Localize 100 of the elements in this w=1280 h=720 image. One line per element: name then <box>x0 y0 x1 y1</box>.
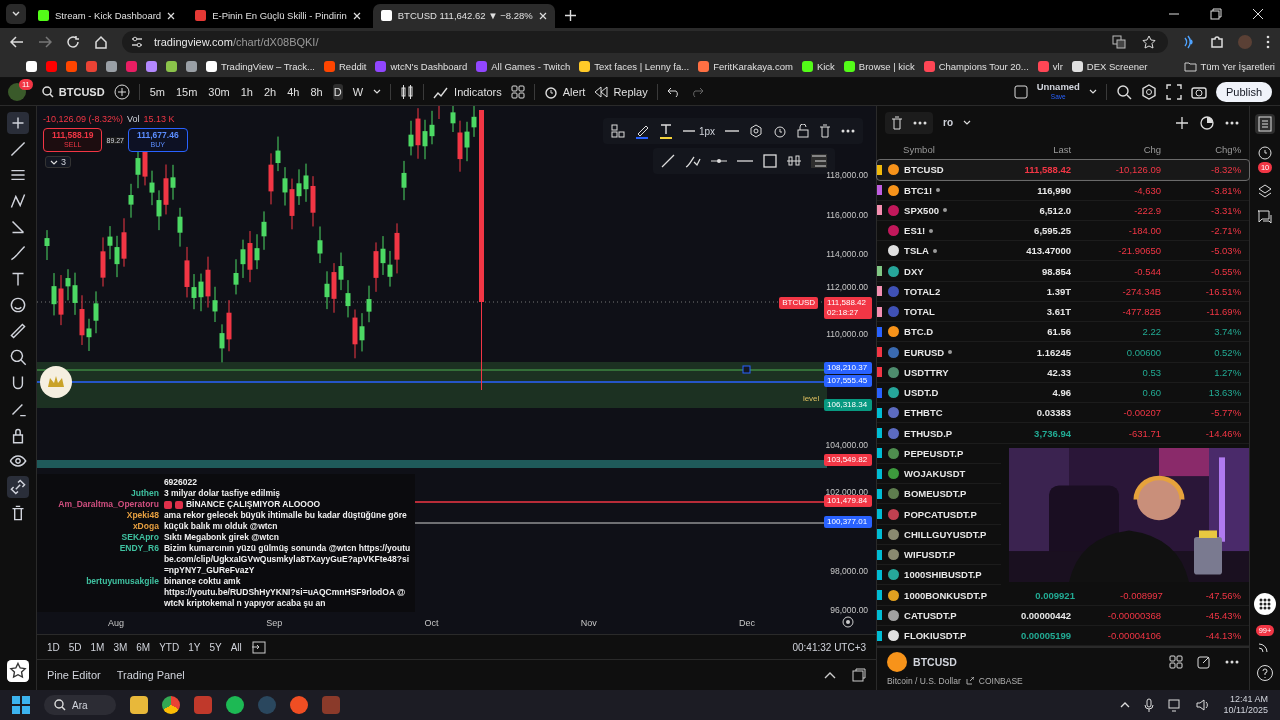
bookmark[interactable]: Browse | kick <box>843 61 915 72</box>
replay-button[interactable]: Replay <box>594 85 648 98</box>
bookmark[interactable]: Champions Tour 20... <box>923 61 1029 72</box>
column-header[interactable]: Chg <box>1071 144 1162 156</box>
watchlist-row[interactable]: USDT.D 4.96 0.60 13.63% <box>877 382 1250 404</box>
watchlist-row[interactable]: SPX500 6,512.0 -222.9 -3.31% <box>877 200 1250 221</box>
watchlist-row[interactable]: WIFUSDT.P <box>877 544 1002 566</box>
watchlist-row[interactable]: EURUSD 1.16245 0.00600 0.52% <box>877 342 1250 363</box>
price-tick: 116,000.00 <box>826 210 869 221</box>
symbol-description: Bitcoin / U.S. Dollar <box>887 676 961 687</box>
range-button[interactable]: 6M <box>136 641 151 653</box>
watchlist-row[interactable]: 1000BONKUSDT.P 0.009921 -0.008997 -47.56% <box>877 585 1250 606</box>
indicators-button[interactable]: Indicators <box>433 84 502 99</box>
bookmark[interactable]: Text faces | Lenny fa... <box>579 61 690 72</box>
price-tag: 111,588.42 02:18:27 <box>824 297 873 320</box>
price-tag: 107,555.45 <box>824 375 873 388</box>
range-button[interactable]: 1Y <box>188 641 201 653</box>
interval-button[interactable]: 30m <box>207 83 231 100</box>
price-tag: 100,377.01 <box>824 516 873 529</box>
browser-tab[interactable]: E-Pinin En Güçlü Skilli - Pindirin <box>187 3 369 28</box>
interval-button[interactable]: 8h <box>309 83 324 100</box>
watchlist-row[interactable]: DXY 98.854 -0.544 -0.55% <box>877 261 1250 282</box>
watchlist-row[interactable]: 1000SHIBUSDT.P <box>877 565 1002 586</box>
chat-message: 3 milyar dolar tasfiye edilmiş <box>163 488 281 499</box>
watchlist-row[interactable]: BTC.D 61.56 2.22 3.74% <box>877 322 1250 343</box>
interval-button[interactable]: 15m <box>174 83 199 100</box>
range-button[interactable]: 3M <box>113 641 128 653</box>
watchlist-row[interactable]: ES1! 6,595.25 -184.00 -2.71% <box>877 220 1250 242</box>
interval-button[interactable]: D <box>332 83 343 100</box>
range-button[interactable]: 1D <box>46 641 60 653</box>
bookmark[interactable]: Kick <box>801 61 835 72</box>
price-tick: 98,000.00 <box>830 566 869 577</box>
price-tick: 96,000.00 <box>830 605 869 616</box>
chat-username: Am_Daraltma_Operatoru <box>58 499 159 510</box>
interval-button[interactable]: 5m <box>148 83 166 100</box>
browser-tab[interactable]: BTCUSD 111,642.62 ▼ −8.28% <box>372 3 555 28</box>
interval-button[interactable]: W <box>351 83 365 100</box>
chat-username: bertuyumusakgile <box>86 576 159 587</box>
watchlist-name[interactable]: ro <box>943 117 954 129</box>
range-button[interactable]: 5D <box>68 641 82 653</box>
column-header[interactable]: Chg% <box>1161 144 1242 156</box>
browser-tab[interactable]: Stream - Kick Dashboard <box>30 3 184 28</box>
chat-username: SEKApro <box>121 532 159 543</box>
price-tick: 102,000.00 <box>825 487 869 498</box>
taskbar-search[interactable]: Ara <box>44 695 116 716</box>
time-label: Nov <box>580 618 597 629</box>
price-tag: 108,210.37 <box>824 362 873 375</box>
symbol-name: BTCUSD <box>913 656 957 669</box>
bookmark[interactable]: DEX Screener <box>1071 61 1148 72</box>
watchlist-row[interactable]: TSLA 413.47000 -21.90650 -5.03% <box>877 241 1250 262</box>
watchlist-row[interactable]: FLOKIUSDT.P 0.00005199 -0.00004106 -44.13% <box>877 625 1250 647</box>
price-tick: 110,000.00 <box>826 329 869 340</box>
price-change: -10,126.09 (-8.32%) <box>42 114 123 125</box>
chat-message: binance coktu amk <box>163 576 241 587</box>
watchlist-row[interactable]: CHILLGUYUSDT.P <box>877 524 1002 545</box>
watchlist-row[interactable]: PEPEUSDT.P <box>877 443 1002 464</box>
all-bookmarks-button[interactable]: Tüm Yer İşaretleri <box>1183 61 1275 72</box>
indicator-count-button[interactable]: 3 <box>44 156 71 169</box>
watchlist-row[interactable]: USDTTRY 42.33 0.53 1.27% <box>877 362 1250 383</box>
chat-username: xDoga <box>132 521 159 532</box>
address-field[interactable]: tradingview.com/chart/dX08BQKI/ <box>154 35 319 48</box>
exchange-name: COINBASE <box>978 676 1023 687</box>
interval-button[interactable]: 2h <box>263 83 278 100</box>
bookmark[interactable]: FeritKarakaya.com <box>698 61 793 72</box>
bookmark[interactable]: All Games - Twitch <box>476 61 571 72</box>
price-tick: 114,000.00 <box>826 249 869 260</box>
watchlist-row[interactable]: CATUSDT.P 0.00000442 -0.00000368 -45.43% <box>877 605 1250 626</box>
panel-tab[interactable]: Trading Panel <box>116 669 185 682</box>
symbol-tag: BTCUSD <box>779 297 819 310</box>
interval-button[interactable]: 4h <box>286 83 301 100</box>
range-button[interactable]: 5Y <box>209 641 222 653</box>
watchlist-row[interactable]: ETHUSD.P 3,736.94 -631.71 -14.46% <box>877 423 1250 444</box>
range-button[interactable]: All <box>230 641 242 653</box>
watchlist-row[interactable]: TOTAL2 1.39T -274.34B -16.51% <box>877 281 1250 302</box>
watchlist-row[interactable]: ETHBTC 0.03383 -0.00207 -5.77% <box>877 403 1250 424</box>
range-button[interactable]: 1M <box>90 641 105 653</box>
price-tick: 104,000.00 <box>825 440 869 451</box>
watchlist-row[interactable]: WOJAKUSDT <box>877 463 1002 485</box>
clock-text: 00:41:32 UTC+3 <box>792 641 867 653</box>
bookmark[interactable]: vlr <box>1037 61 1063 72</box>
column-header[interactable]: Last <box>1011 144 1072 156</box>
range-button[interactable]: YTD <box>159 641 180 653</box>
interval-button[interactable]: 1h <box>239 83 254 100</box>
bookmark[interactable]: TradingView – Track... <box>206 61 315 72</box>
bookmark[interactable]: wtcN's Dashboard <box>375 61 468 72</box>
level-label: level <box>802 394 820 404</box>
watchlist-row[interactable]: BTCUSD 111,588.42 -10,126.09 -8.32% <box>877 160 1250 181</box>
panel-tab[interactable]: Pine Editor <box>46 669 101 682</box>
watchlist-row[interactable]: POPCATUSDT.P <box>877 504 1002 525</box>
line-width-button[interactable]: 1px <box>682 125 715 137</box>
watchlist-row[interactable]: BOMEUSDT.P <box>877 484 1002 505</box>
chat-username: Juthen <box>131 488 159 499</box>
watchlist-row[interactable]: TOTAL 3.61T -477.82B -11.69% <box>877 301 1250 323</box>
alert-button[interactable]: Alert <box>543 84 586 99</box>
bookmark[interactable]: Reddit <box>324 61 367 72</box>
symbol-search-button[interactable]: BTCUSD <box>41 85 105 98</box>
watchlist-row[interactable]: BTC1! 116,990 -4,630 -3.81% <box>877 180 1250 201</box>
chat-message: BİNANCE ÇALIŞMIYOR ALOOOO <box>185 499 321 510</box>
column-header[interactable]: Symbol <box>877 144 1012 156</box>
publish-button[interactable]: Publish <box>1215 81 1272 102</box>
